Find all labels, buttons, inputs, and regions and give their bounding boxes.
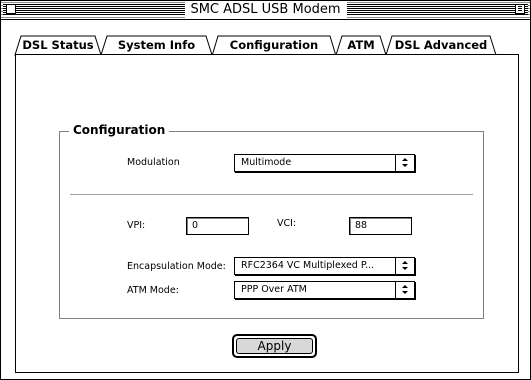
popup-arrows-icon <box>395 282 414 298</box>
modulation-label: Modulation <box>127 157 180 168</box>
tab-label: Configuration <box>229 38 319 52</box>
title-bar[interactable]: SMC ADSL USB Modem <box>1 1 530 20</box>
vci-label: VCI: <box>277 218 297 229</box>
tab-configuration[interactable]: Configuration <box>211 35 337 57</box>
popup-arrows-icon <box>395 258 414 274</box>
atm-mode-value: PPP Over ATM <box>241 284 307 295</box>
vci-value: 88 <box>355 220 368 231</box>
window-title: SMC ADSL USB Modem <box>184 2 347 18</box>
tab-label: DSL Advanced <box>394 38 488 52</box>
modulation-popup[interactable]: Multimode <box>234 154 415 172</box>
tab-dsl-advanced[interactable]: DSL Advanced <box>385 35 497 56</box>
apply-button-label: Apply <box>236 338 313 354</box>
encapsulation-value: RFC2364 VC Multiplexed P... <box>241 260 375 271</box>
vpi-field[interactable]: 0 <box>186 217 249 235</box>
vci-field[interactable]: 88 <box>349 217 412 235</box>
separator-line <box>70 194 473 195</box>
app-window: SMC ADSL USB Modem DSL Status System Inf… <box>0 0 531 380</box>
atm-mode-label: ATM Mode: <box>127 285 179 296</box>
vpi-value: 0 <box>192 220 199 231</box>
vpi-label: VPI: <box>127 220 146 231</box>
close-box-icon[interactable] <box>6 4 16 14</box>
tab-atm[interactable]: ATM <box>335 35 387 56</box>
group-title: Configuration <box>69 121 170 139</box>
tab-label: System Info <box>117 38 196 52</box>
modulation-value: Multimode <box>241 157 292 168</box>
encapsulation-label: Encapsulation Mode: <box>127 261 226 272</box>
atm-mode-popup[interactable]: PPP Over ATM <box>234 281 415 299</box>
tab-system-info[interactable]: System Info <box>100 35 213 56</box>
tab-label: ATM <box>347 38 375 52</box>
popup-arrows-icon <box>395 155 414 171</box>
encapsulation-popup[interactable]: RFC2364 VC Multiplexed P... <box>234 257 415 275</box>
tab-label: DSL Status <box>22 38 94 52</box>
zoom-box-icon[interactable] <box>515 4 525 14</box>
tab-dsl-status[interactable]: DSL Status <box>14 35 102 56</box>
apply-button[interactable]: Apply <box>232 334 317 358</box>
